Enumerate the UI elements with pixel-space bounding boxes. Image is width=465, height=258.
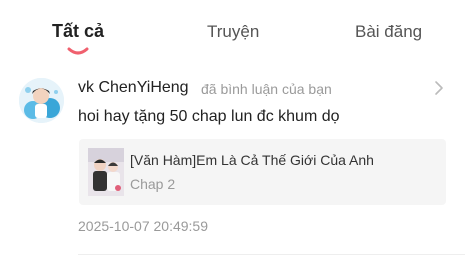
tab-bar: Tất cả Truyện Bài đăng bbox=[0, 0, 465, 62]
username[interactable]: vk ChenYiHeng bbox=[78, 79, 189, 97]
story-thumbnail bbox=[88, 148, 124, 196]
action-text: đã bình luận của bạn bbox=[201, 81, 332, 97]
tab-all[interactable]: Tất cả bbox=[52, 21, 104, 42]
tab-active-indicator bbox=[67, 47, 89, 55]
story-card[interactable] bbox=[79, 139, 446, 205]
avatar-image bbox=[19, 78, 64, 123]
chevron-right-icon[interactable] bbox=[433, 80, 445, 96]
divider bbox=[78, 254, 465, 255]
story-title: [Văn Hàm]Em Là Cả Thế Giới Của Anh bbox=[130, 152, 374, 168]
timestamp: 2025-10-07 20:49:59 bbox=[78, 218, 208, 234]
avatar[interactable] bbox=[19, 78, 64, 123]
tab-posts[interactable]: Bài đăng bbox=[355, 22, 422, 42]
chapter-label: Chap 2 bbox=[130, 176, 176, 192]
tab-stories[interactable]: Truyện bbox=[207, 22, 259, 42]
comment-text: hoi hay tặng 50 chap lun đc khum dọ bbox=[78, 108, 340, 125]
